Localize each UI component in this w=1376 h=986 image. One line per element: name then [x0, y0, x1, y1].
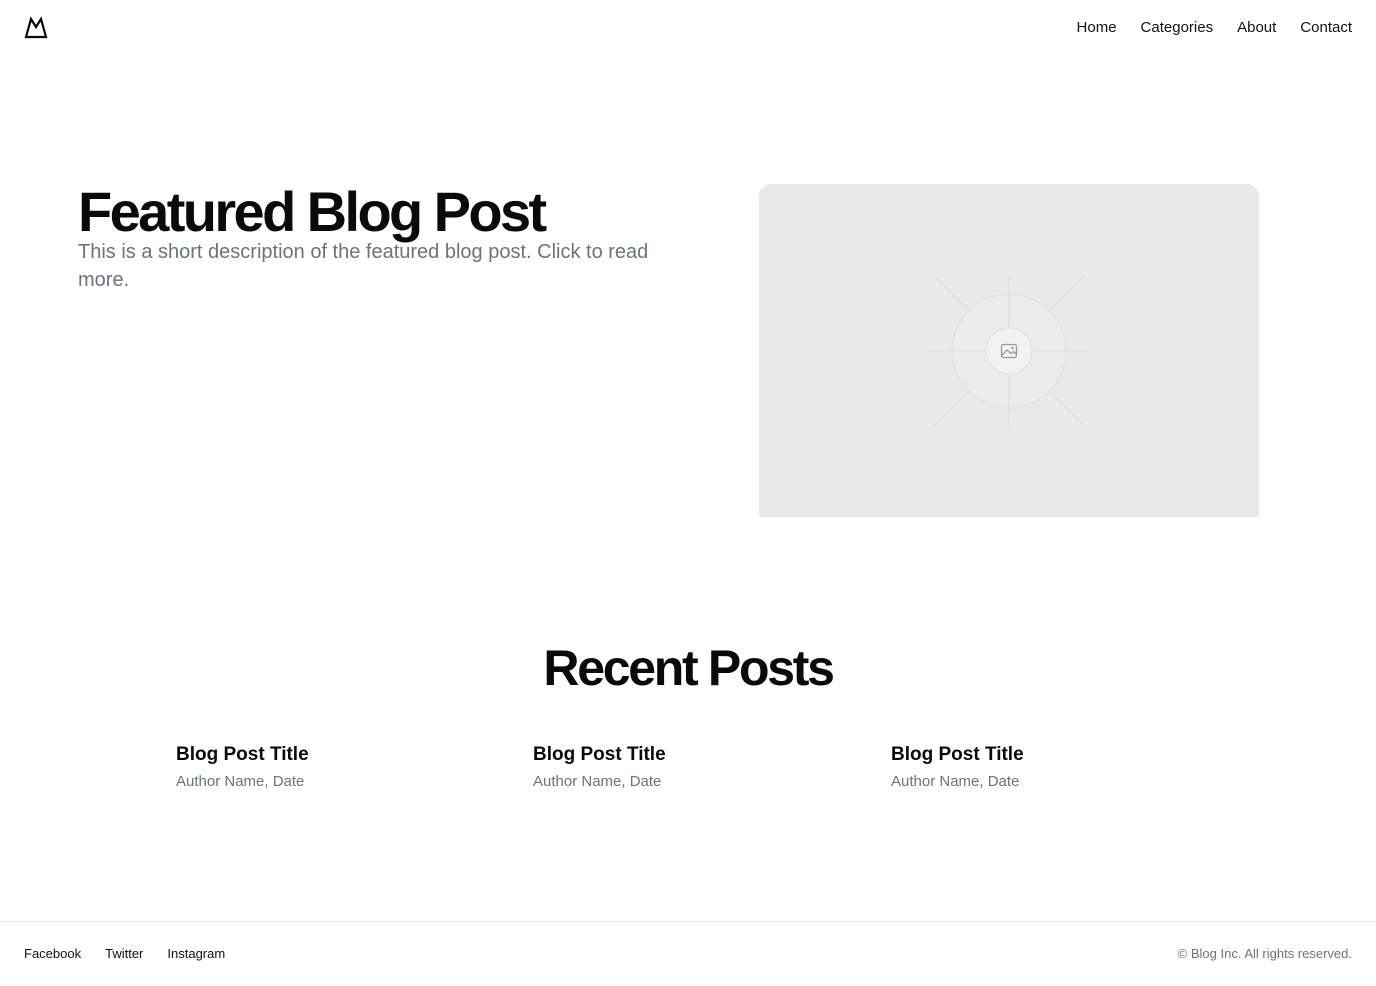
- nav-link-categories[interactable]: Categories: [1141, 18, 1214, 38]
- post-card[interactable]: Blog Post Title Author Name, Date: [533, 742, 833, 792]
- featured-post-description: This is a short description of the featu…: [78, 241, 649, 291]
- post-title[interactable]: Blog Post Title: [176, 742, 476, 768]
- site-header: Home Categories About Contact: [0, 0, 1376, 56]
- mountain-logo-icon[interactable]: [24, 16, 48, 40]
- post-meta: Author Name, Date: [891, 773, 1020, 790]
- featured-post-image[interactable]: [759, 184, 1259, 517]
- post-meta: Author Name, Date: [176, 773, 305, 790]
- site-footer: Facebook Twitter Instagram © Blog Inc. A…: [0, 921, 1376, 986]
- post-meta: Author Name, Date: [533, 773, 662, 790]
- main-nav: Home Categories About Contact: [1077, 18, 1352, 38]
- social-links: Facebook Twitter Instagram: [24, 945, 225, 963]
- nav-link-about[interactable]: About: [1237, 18, 1276, 38]
- post-title[interactable]: Blog Post Title: [533, 742, 833, 768]
- copyright-text: © Blog Inc. All rights reserved.: [1177, 946, 1352, 961]
- page: Home Categories About Contact Featured B…: [0, 0, 1376, 986]
- footer-link-instagram[interactable]: Instagram: [167, 945, 225, 963]
- nav-link-home[interactable]: Home: [1077, 18, 1117, 38]
- nav-link-contact[interactable]: Contact: [1300, 18, 1352, 38]
- post-card[interactable]: Blog Post Title Author Name, Date: [176, 742, 476, 792]
- image-placeholder-icon: [929, 274, 1089, 429]
- footer-link-twitter[interactable]: Twitter: [105, 945, 143, 963]
- post-title[interactable]: Blog Post Title: [891, 742, 1191, 768]
- featured-post-title[interactable]: Featured Blog Post: [78, 180, 547, 244]
- recent-posts-heading: Recent Posts: [543, 640, 834, 696]
- post-card[interactable]: Blog Post Title Author Name, Date: [891, 742, 1191, 792]
- footer-link-facebook[interactable]: Facebook: [24, 945, 81, 963]
